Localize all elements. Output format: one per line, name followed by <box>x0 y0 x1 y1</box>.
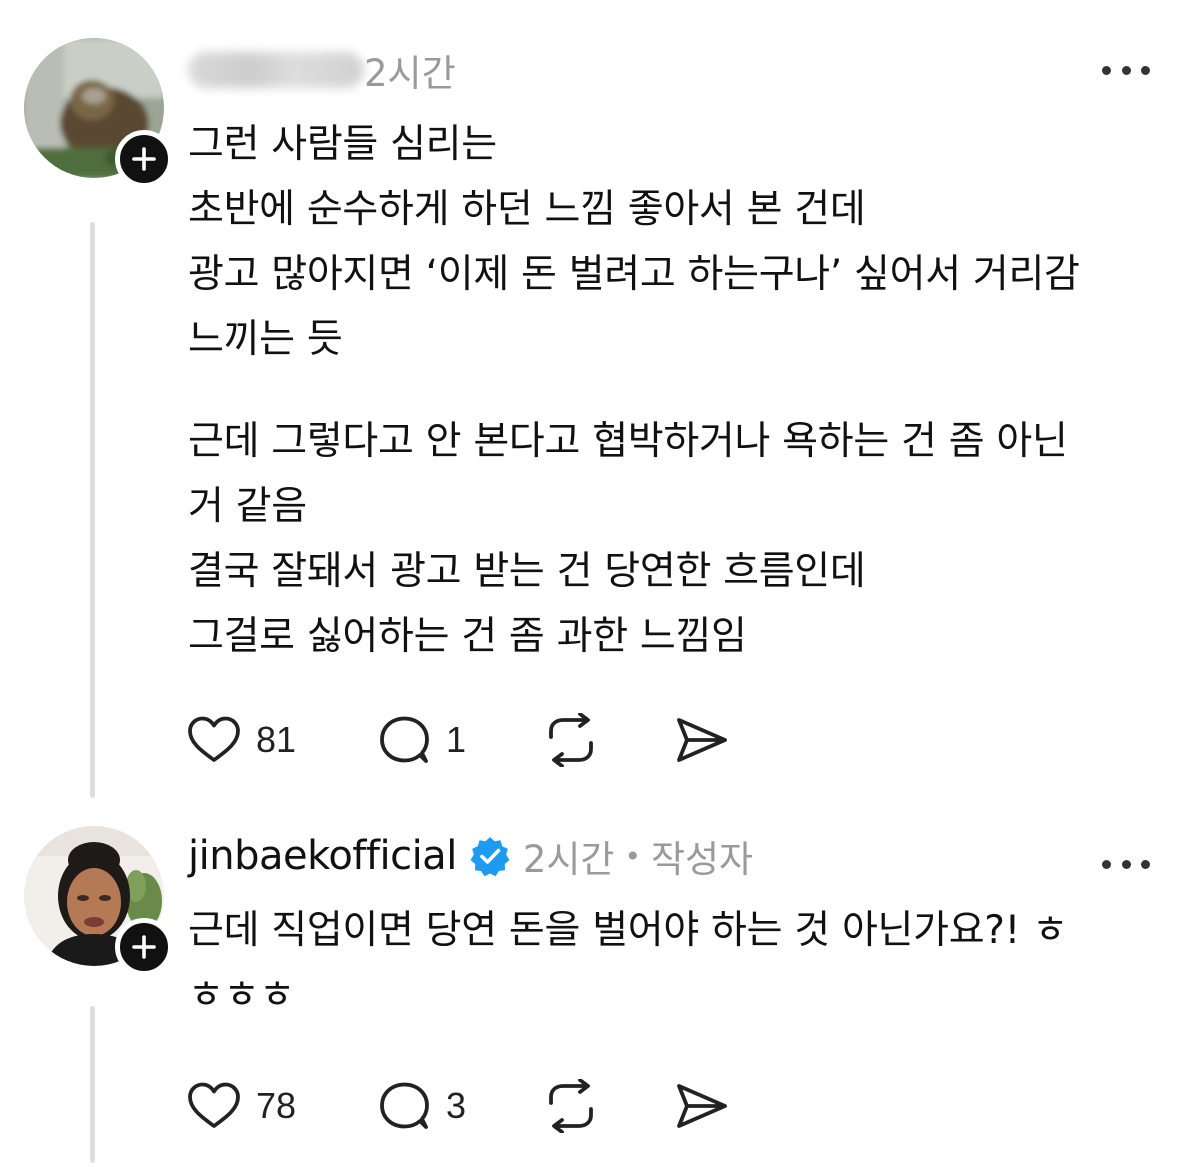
heart-icon <box>188 716 240 762</box>
timestamp: 2시간 <box>364 52 456 95</box>
verified-badge-icon <box>469 835 511 877</box>
author-tag: 작성자 <box>650 838 754 881</box>
reply-count: 3 <box>446 1085 467 1126</box>
comment-bubble-icon <box>380 716 429 763</box>
action-bar: 78 3 <box>186 1076 731 1136</box>
more-options-button[interactable] <box>1102 854 1150 874</box>
heart-icon <box>188 1082 240 1128</box>
thread-line <box>90 1006 95 1163</box>
like-button[interactable]: 78 <box>186 1081 376 1131</box>
text-line: 초반에 순수하게 하던 느낌 좋아서 본 건데 <box>188 187 866 232</box>
action-bar: 81 1 <box>186 710 731 770</box>
text-line: 그걸로 싫어하는 건 좀 과한 느낌임 <box>188 614 747 659</box>
plus-icon <box>132 147 156 171</box>
thread-line <box>90 222 95 798</box>
more-dots-icon <box>1102 65 1111 75</box>
repost-button[interactable] <box>541 713 671 767</box>
text-line: 근데 그렇다고 안 본다고 협박하거나 욕하는 건 좀 아닌 <box>188 419 1068 464</box>
username[interactable]: jinbaekofficial <box>188 833 457 879</box>
share-button[interactable] <box>671 715 731 765</box>
more-options-button[interactable] <box>1102 60 1150 80</box>
comment-text: 근데 직업이면 당연 돈을 벌어야 하는 것 아닌가요?! ㅎ ㅎㅎㅎ <box>188 898 1178 1028</box>
comment-bubble-icon <box>380 1082 429 1129</box>
reply-count: 1 <box>446 719 467 760</box>
text-line: ㅎㅎㅎ <box>188 973 295 1018</box>
comment-2: jinbaekofficial 2시간 • 작성자 근데 직업이면 당연 돈을 … <box>0 810 1200 1167</box>
text-line: 결국 잘돼서 광고 받는 건 당연한 흐름인데 <box>188 549 866 594</box>
like-count: 78 <box>256 1085 297 1126</box>
reply-button[interactable]: 1 <box>376 715 541 765</box>
plus-icon <box>132 935 156 959</box>
repost-icon <box>549 1079 593 1133</box>
share-button[interactable] <box>671 1081 731 1131</box>
send-icon <box>677 1084 727 1128</box>
like-count: 81 <box>256 719 297 760</box>
comment-header: 2시간 <box>188 42 456 98</box>
text-line: 느끼는 듯 <box>188 317 343 362</box>
send-icon <box>677 718 727 762</box>
follow-button[interactable] <box>115 918 173 976</box>
comment-1: 2시간 그런 사람들 심리는 초반에 순수하게 하던 느낌 좋아서 본 건데 광… <box>0 0 1200 810</box>
like-button[interactable]: 81 <box>186 715 376 765</box>
timestamp: 2시간 <box>522 838 615 881</box>
text-line: 근데 직업이면 당연 돈을 벌어야 하는 것 아닌가요?! ㅎ <box>188 908 1068 953</box>
separator-dot: • <box>624 839 641 873</box>
text-line: 그런 사람들 심리는 <box>188 122 497 167</box>
comment-text: 그런 사람들 심리는 초반에 순수하게 하던 느낌 좋아서 본 건데 광고 많아… <box>188 112 1178 669</box>
more-dots-icon <box>1102 859 1111 869</box>
reply-button[interactable]: 3 <box>376 1081 541 1131</box>
username-blurred[interactable] <box>188 52 364 88</box>
repost-button[interactable] <box>541 1079 671 1133</box>
comment-header: jinbaekofficial 2시간 • 작성자 <box>188 828 753 884</box>
repost-icon <box>549 713 593 767</box>
text-line: 거 같음 <box>188 484 307 529</box>
text-line: 광고 많아지면 ‘이제 돈 벌려고 하는구나’ 싶어서 거리감 <box>188 252 1080 297</box>
follow-button[interactable] <box>115 130 173 188</box>
